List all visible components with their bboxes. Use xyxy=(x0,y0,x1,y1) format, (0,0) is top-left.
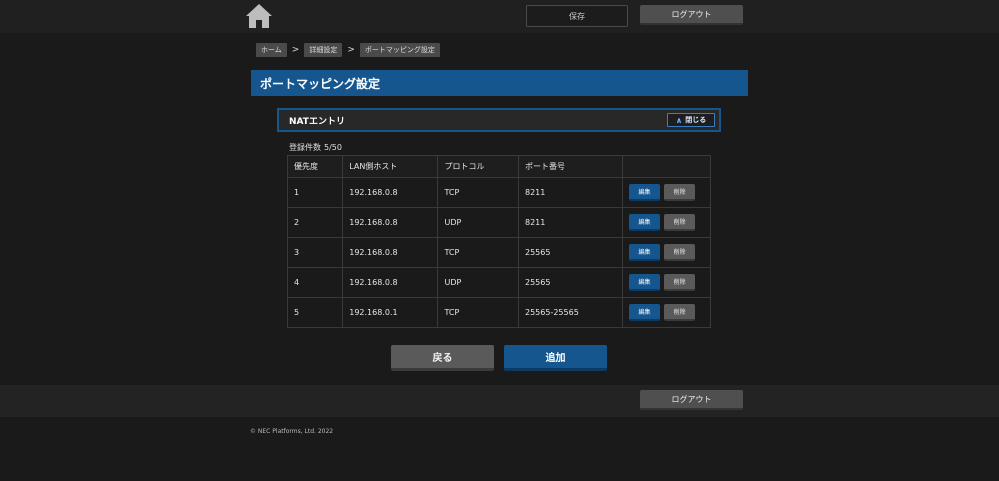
nat-section-header: NATエントリ ∧ 閉じる xyxy=(277,108,721,132)
edit-button[interactable]: 編集 xyxy=(628,274,660,291)
footer-bar xyxy=(0,385,999,417)
cell-actions: 編集 削除 xyxy=(621,207,712,238)
add-button[interactable]: 追加 xyxy=(504,345,607,371)
logout-button-top[interactable]: ログアウト xyxy=(640,5,743,25)
edit-button[interactable]: 編集 xyxy=(628,244,660,261)
entry-count-label: 登録件数 xyxy=(289,143,321,152)
header-protocol: プロトコル xyxy=(437,155,519,178)
table-row: 1 192.168.0.8 TCP 8211 編集 削除 xyxy=(286,177,712,208)
breadcrumb-separator: > xyxy=(291,45,300,55)
cell-port: 25565-25565 xyxy=(518,297,623,328)
chevron-up-icon: ∧ xyxy=(675,115,683,125)
header-priority: 優先度 xyxy=(286,155,344,178)
cell-port: 25565 xyxy=(518,267,623,298)
page-title: ポートマッピング設定 xyxy=(251,70,748,96)
breadcrumb-advanced[interactable]: 詳細設定 xyxy=(304,43,343,57)
top-bar xyxy=(0,0,999,33)
delete-button[interactable]: 削除 xyxy=(663,274,695,291)
cell-priority: 1 xyxy=(286,177,344,208)
cell-actions: 編集 削除 xyxy=(621,237,712,268)
breadcrumb-home[interactable]: ホーム xyxy=(256,43,287,57)
edit-button[interactable]: 編集 xyxy=(628,184,660,201)
copyright: © NEC Platforms, Ltd. 2022 xyxy=(250,428,334,435)
breadcrumb-separator: > xyxy=(347,45,355,55)
cell-host: 192.168.0.8 xyxy=(342,177,439,208)
logout-button-bottom[interactable]: ログアウト xyxy=(640,390,743,410)
delete-button[interactable]: 削除 xyxy=(663,304,695,321)
cell-priority: 5 xyxy=(286,297,344,328)
cell-priority: 4 xyxy=(286,267,344,298)
cell-actions: 編集 削除 xyxy=(621,177,712,208)
save-button[interactable]: 保存 xyxy=(526,5,628,27)
cell-actions: 編集 削除 xyxy=(621,297,712,328)
collapse-label: 閉じる xyxy=(685,116,707,124)
header-port: ポート番号 xyxy=(518,155,623,178)
cell-protocol: UDP xyxy=(437,207,519,238)
cell-actions: 編集 削除 xyxy=(621,267,712,298)
table-header-row: 優先度 LAN側ホスト プロトコル ポート番号 xyxy=(286,155,712,178)
cell-host: 192.168.0.8 xyxy=(342,267,439,298)
cell-host: 192.168.0.8 xyxy=(342,207,439,238)
cell-host: 192.168.0.1 xyxy=(342,297,439,328)
delete-button[interactable]: 削除 xyxy=(663,214,695,231)
breadcrumb-current: ポートマッピング設定 xyxy=(359,43,440,57)
cell-port: 8211 xyxy=(518,177,623,208)
delete-button[interactable]: 削除 xyxy=(663,184,695,201)
cell-protocol: UDP xyxy=(437,267,519,298)
cell-host: 192.168.0.8 xyxy=(342,237,439,268)
cell-port: 25565 xyxy=(518,237,623,268)
table-row: 4 192.168.0.8 UDP 25565 編集 削除 xyxy=(286,267,712,298)
section-title: NATエントリ xyxy=(289,116,345,127)
table-row: 5 192.168.0.1 TCP 25565-25565 編集 削除 xyxy=(286,297,712,328)
home-icon[interactable] xyxy=(245,3,273,29)
cell-protocol: TCP xyxy=(437,177,519,208)
breadcrumb: ホーム > 詳細設定 > ポートマッピング設定 xyxy=(256,43,440,57)
cell-priority: 2 xyxy=(286,207,344,238)
back-button[interactable]: 戻る xyxy=(391,345,494,371)
delete-button[interactable]: 削除 xyxy=(663,244,695,261)
entry-count: 登録件数 5/50 xyxy=(289,142,342,153)
entry-count-value: 5/50 xyxy=(324,143,342,152)
collapse-button[interactable]: ∧ 閉じる xyxy=(667,113,715,127)
edit-button[interactable]: 編集 xyxy=(628,214,660,231)
cell-port: 8211 xyxy=(518,207,623,238)
table-row: 3 192.168.0.8 TCP 25565 編集 削除 xyxy=(286,237,712,268)
nat-entry-table: 優先度 LAN側ホスト プロトコル ポート番号 1 192.168.0.8 TC… xyxy=(286,155,712,328)
cell-protocol: TCP xyxy=(437,237,519,268)
cell-protocol: TCP xyxy=(437,297,519,328)
edit-button[interactable]: 編集 xyxy=(628,304,660,321)
header-lan-host: LAN側ホスト xyxy=(342,155,439,178)
table-row: 2 192.168.0.8 UDP 8211 編集 削除 xyxy=(286,207,712,238)
cell-priority: 3 xyxy=(286,237,344,268)
header-actions xyxy=(621,155,712,178)
